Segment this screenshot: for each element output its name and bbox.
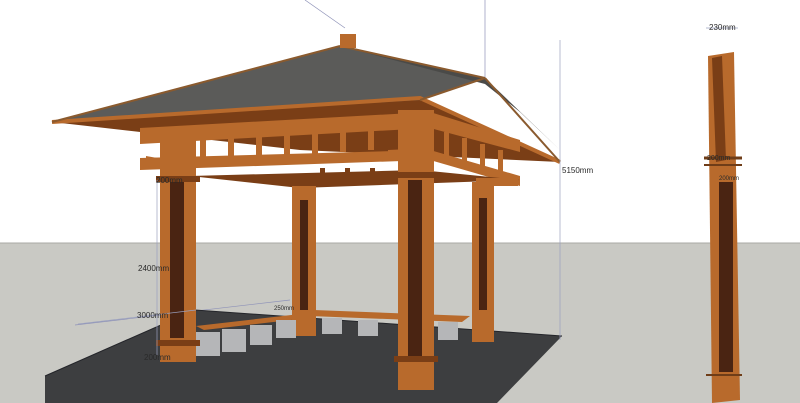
dimension-label-column-top-gap: 200mm [156,176,183,185]
column-front-right [394,110,438,390]
column-back-right [472,182,494,342]
model-canvas[interactable] [0,0,800,403]
dimension-label-post-mid: 200mm [707,155,731,162]
dimension-label-column-height: 2400mm [138,264,170,273]
column-front-left [156,128,200,362]
sketchup-viewport[interactable]: 5150mm 2400mm 3000mm 200mm 200mm 250mm 2… [0,0,800,403]
dimension-label-post-mid-small: 200mm [719,176,740,182]
dimension-label-span-width: 3000mm [137,311,169,320]
dimension-label-seat-mark: 250mm [274,306,295,312]
dimension-label-post-width: 230mm [709,23,736,32]
dimension-label-base-height: 200mm [144,353,171,362]
dimension-label-roof-height: 5150mm [562,166,594,175]
roof-finial [340,34,356,48]
